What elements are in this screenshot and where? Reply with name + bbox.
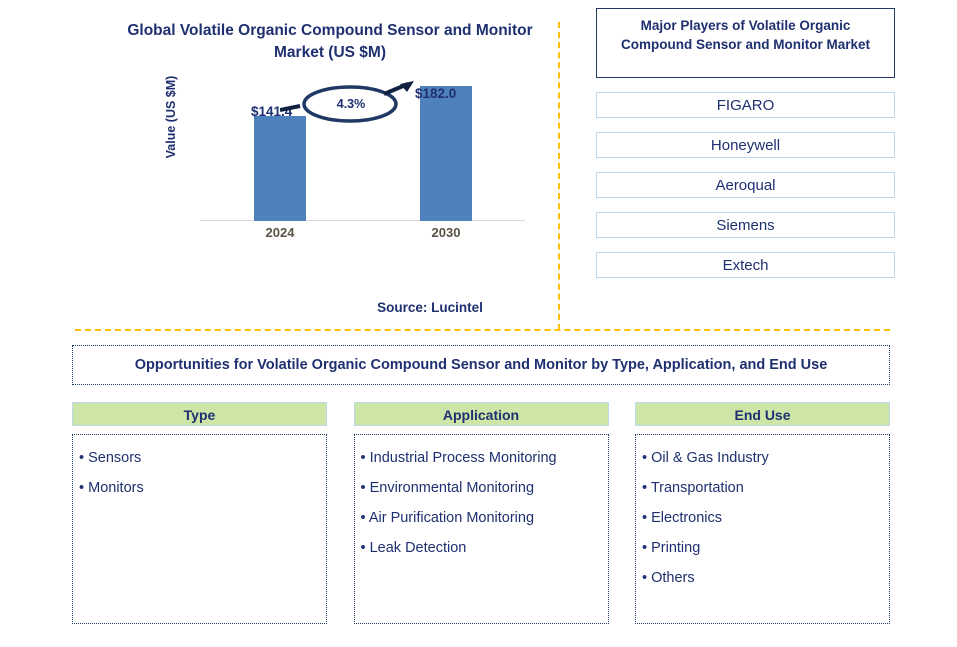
market-chart-panel: Global Volatile Organic Compound Sensor …	[0, 0, 558, 330]
source-label: Source: Lucintel	[377, 300, 483, 315]
opportunities-banner: Opportunities for Volatile Organic Compo…	[72, 345, 890, 385]
column-type: Type Sensors Monitors	[72, 402, 327, 624]
x-tick-2030: 2030	[431, 225, 461, 240]
list-item: Air Purification Monitoring	[361, 503, 602, 533]
column-header-end-use: End Use	[635, 402, 890, 426]
list-item: Leak Detection	[361, 533, 602, 563]
list-item: Oil & Gas Industry	[642, 443, 883, 473]
bar-2024	[254, 116, 306, 221]
player-item-siemens[interactable]: Siemens	[596, 212, 895, 238]
player-item-extech[interactable]: Extech	[596, 252, 895, 278]
major-players-title: Major Players of Volatile Organic Compou…	[596, 8, 895, 78]
column-end-use: End Use Oil & Gas Industry Transportatio…	[635, 402, 890, 624]
player-item-aeroqual[interactable]: Aeroqual	[596, 172, 895, 198]
column-application: Application Industrial Process Monitorin…	[353, 402, 609, 624]
list-item: Industrial Process Monitoring	[361, 443, 602, 473]
list-item: Sensors	[79, 443, 320, 473]
list-item: Transportation	[642, 473, 883, 503]
horizontal-divider	[75, 329, 890, 331]
major-players-panel: Major Players of Volatile Organic Compou…	[596, 8, 895, 278]
column-body-application: Industrial Process Monitoring Environmen…	[353, 434, 609, 624]
vertical-divider	[558, 22, 560, 330]
player-item-honeywell[interactable]: Honeywell	[596, 132, 895, 158]
column-body-type: Sensors Monitors	[72, 434, 327, 624]
column-header-type: Type	[72, 402, 327, 426]
player-item-figaro[interactable]: FIGARO	[596, 92, 895, 118]
list-item: Monitors	[79, 473, 320, 503]
end-use-list: Oil & Gas Industry Transportation Electr…	[642, 443, 883, 593]
column-body-end-use: Oil & Gas Industry Transportation Electr…	[635, 434, 890, 624]
list-item: Electronics	[642, 503, 883, 533]
column-header-application: Application	[353, 402, 609, 426]
chart-title: Global Volatile Organic Compound Sensor …	[127, 22, 533, 61]
opportunity-columns: Type Sensors Monitors Application Indust…	[72, 402, 890, 624]
cagr-value: 4.3%	[336, 97, 366, 111]
y-axis-label: Value (US $M)	[164, 75, 178, 159]
list-item: Environmental Monitoring	[361, 473, 602, 503]
x-tick-2024: 2024	[265, 225, 295, 240]
list-item: Printing	[642, 533, 883, 563]
application-list: Industrial Process Monitoring Environmen…	[361, 443, 602, 563]
list-item: Others	[642, 563, 883, 593]
type-list: Sensors Monitors	[79, 443, 320, 503]
